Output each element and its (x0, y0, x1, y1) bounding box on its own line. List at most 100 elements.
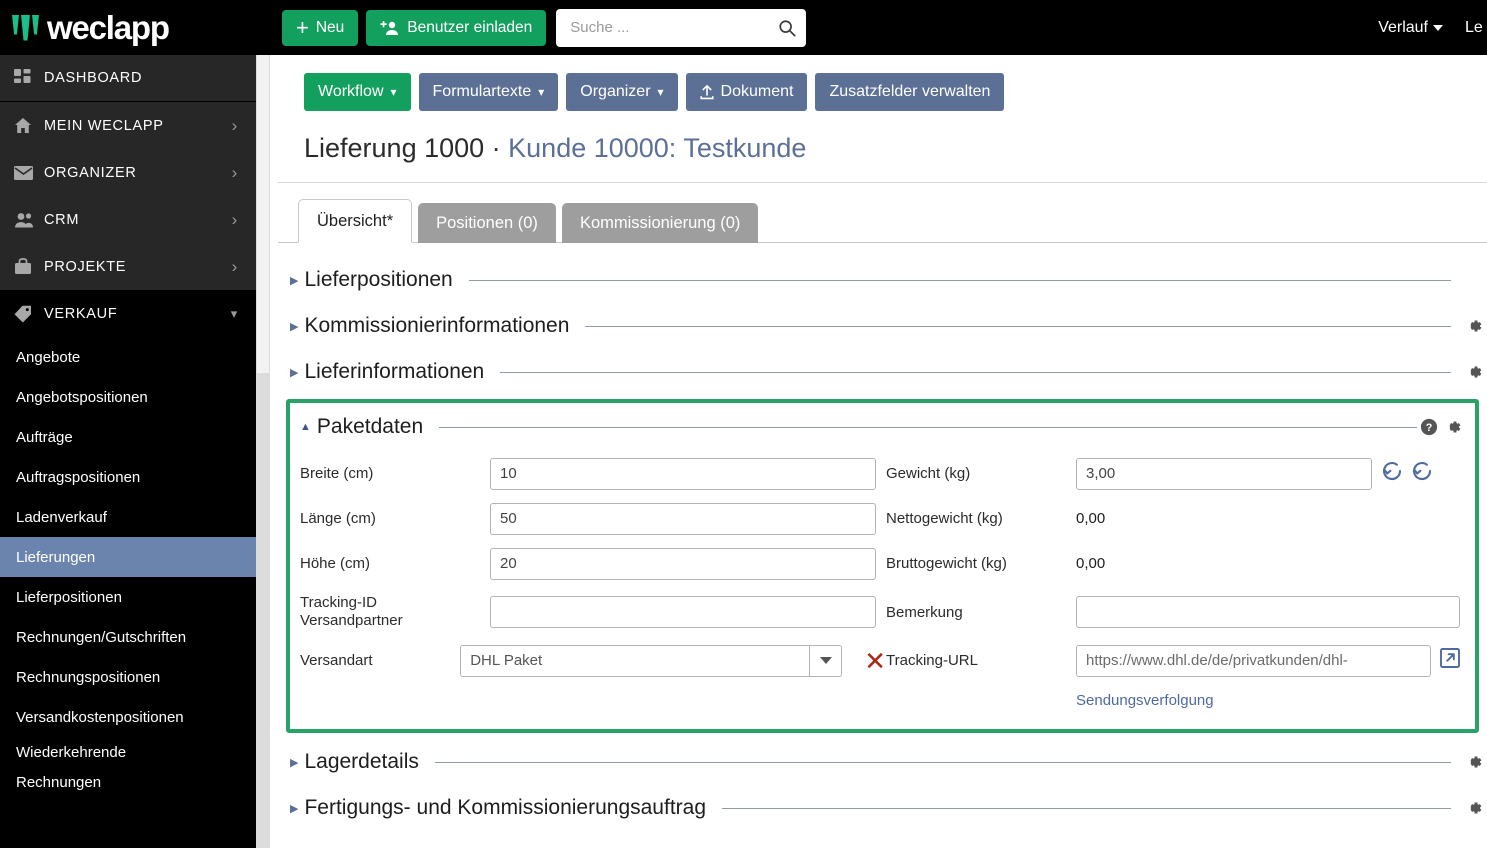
app-logo[interactable]: weclapp (0, 0, 270, 55)
sidebar-subitem-wiederkehrende[interactable]: Wiederkehrende (0, 737, 270, 767)
section-lieferinformationen[interactable]: ▶ Lieferinformationen (290, 349, 1487, 395)
section-lagerdetails[interactable]: ▶ Lagerdetails (290, 739, 1487, 785)
sidebar-subitem-auftraege[interactable]: Aufträge (0, 417, 270, 457)
page-title-separator: · (484, 133, 509, 163)
versandart-value[interactable]: DHL Paket (460, 644, 811, 677)
refresh-icon[interactable] (1410, 459, 1434, 488)
logout-menu[interactable]: Le (1465, 19, 1487, 37)
versandart-select[interactable]: DHL Paket (460, 644, 843, 677)
sidebar-subitem-angebote[interactable]: Angebote (0, 337, 270, 377)
organizer-button[interactable]: Organizer ▾ (566, 73, 678, 111)
sections-bottom: ▶ Lagerdetails ▶ Fertigungs- und Kommiss… (278, 739, 1487, 831)
zusatzfelder-button[interactable]: Zusatzfelder verwalten (815, 73, 1005, 111)
tab-kommissionierung[interactable]: Kommissionierung (0) (561, 203, 759, 243)
field-label: Versandart (300, 652, 373, 669)
gear-icon[interactable] (1461, 753, 1487, 771)
chevron-down-icon: ▾ (657, 85, 664, 99)
close-x-icon[interactable]: ✕ (864, 648, 886, 674)
section-label: Lagerdetails (304, 750, 419, 773)
field-hoehe: Höhe (cm) (300, 541, 886, 586)
gear-icon[interactable] (1461, 799, 1487, 817)
field-label: Breite (cm) (300, 465, 374, 482)
invite-user-button[interactable]: Benutzer einladen (366, 9, 547, 46)
search-input[interactable] (568, 18, 779, 37)
chevron-right-icon: › (231, 257, 238, 276)
sidebar-item-mein-weclapp[interactable]: MEIN WECLAPP › (0, 102, 270, 149)
tracking-url-input[interactable] (1076, 644, 1431, 677)
sidebar-subitem-lieferungen[interactable]: Lieferungen (0, 537, 270, 577)
sidebar-subitem-rechnungen-gutschriften[interactable]: Rechnungen/Gutschriften (0, 617, 270, 657)
field-nettogewicht: Nettogewicht (kg) 0,00 (886, 496, 1465, 541)
section-lieferpositionen[interactable]: ▶ Lieferpositionen (290, 257, 1487, 303)
section-label: Lieferpositionen (304, 268, 453, 291)
section-kommissionierinformationen[interactable]: ▶ Kommissionierinformationen (290, 303, 1487, 349)
gear-icon[interactable] (1461, 317, 1487, 335)
chevron-right-icon: ▶ (290, 366, 299, 379)
sidebar-item-crm[interactable]: CRM › (0, 196, 270, 243)
workflow-label: Workflow (318, 83, 384, 100)
chevron-down-icon (819, 657, 832, 664)
dokument-button[interactable]: Dokument (685, 73, 808, 111)
sidebar-subitem-label: Lieferungen (16, 548, 96, 566)
sidebar-item-label: DASHBOARD (44, 70, 143, 86)
hoehe-input[interactable] (490, 547, 876, 580)
sidebar-subitem-ladenverkauf[interactable]: Ladenverkauf (0, 497, 270, 537)
field-tracking-id: Tracking-ID Versandpartner (300, 586, 886, 638)
workflow-button[interactable]: Workflow ▾ (304, 73, 411, 111)
sidebar-subitem-rechnungen[interactable]: Rechnungen (0, 767, 270, 797)
new-button-label: Neu (315, 18, 345, 36)
sidebar-item-label: CRM (44, 211, 80, 228)
field-label: Nettogewicht (kg) (886, 510, 1003, 527)
formulartexte-button[interactable]: Formulartexte ▾ (418, 73, 559, 111)
help-circle-icon[interactable]: ? (1417, 415, 1441, 439)
external-link-icon[interactable] (1439, 647, 1461, 674)
page-title: Lieferung 1000 · Kunde 10000: Testkunde (304, 133, 1487, 164)
page-title-customer-link[interactable]: Kunde 10000: Testkunde (508, 133, 806, 163)
search-icon[interactable] (778, 19, 796, 37)
sidebar-item-organizer[interactable]: ORGANIZER › (0, 149, 270, 196)
history-menu[interactable]: Verlauf (1378, 19, 1443, 37)
sendungsverfolgung-link[interactable]: Sendungsverfolgung (1076, 692, 1214, 709)
gewicht-input[interactable] (1076, 457, 1372, 490)
gear-icon[interactable] (1461, 363, 1487, 381)
field-laenge: Länge (cm) (300, 496, 886, 541)
sidebar-scrollbar-thumb[interactable] (257, 55, 269, 373)
bemerkung-input[interactable] (1076, 596, 1460, 628)
sidebar-subitem-angebotspositionen[interactable]: Angebotspositionen (0, 377, 270, 417)
section-label: Lieferinformationen (304, 360, 485, 383)
chevron-right-icon: ▶ (290, 320, 299, 333)
tab-positionen[interactable]: Positionen (0) (418, 203, 556, 243)
tab-uebersicht[interactable]: Übersicht* (298, 199, 413, 243)
chevron-right-icon: ▶ (290, 756, 299, 769)
sidebar-subitem-versandkostenpositionen[interactable]: Versandkostenpositionen (0, 697, 270, 737)
field-label: Gewicht (kg) (886, 465, 971, 482)
page-title-main: Lieferung 1000 (304, 133, 485, 163)
sidebar-subitem-rechnungspositionen[interactable]: Rechnungspositionen (0, 657, 270, 697)
search-box[interactable] (556, 8, 807, 47)
versandart-dropdown-button[interactable] (810, 644, 843, 677)
section-rule (434, 761, 1451, 763)
sidebar-subitem-label: Rechnungspositionen (16, 668, 161, 686)
refresh-icon[interactable] (1380, 459, 1404, 488)
breite-input[interactable] (490, 457, 876, 490)
laenge-input[interactable] (490, 502, 876, 535)
section-fertigungsauftrag[interactable]: ▶ Fertigungs- und Kommissionierungsauftr… (290, 785, 1487, 831)
tracking-id-input[interactable] (490, 596, 876, 628)
field-gewicht: Gewicht (kg) (886, 451, 1465, 496)
sidebar-item-projekte[interactable]: PROJEKTE › (0, 243, 270, 290)
gear-icon[interactable] (1441, 415, 1465, 439)
sidebar-item-dashboard[interactable]: DASHBOARD (0, 55, 270, 102)
sidebar-scrollbar[interactable] (256, 55, 270, 848)
sidebar-item-label: VERKAUF (44, 305, 118, 322)
sidebar-subitem-lieferpositionen[interactable]: Lieferpositionen (0, 577, 270, 617)
svg-text:?: ? (1426, 422, 1433, 434)
paketdaten-header[interactable]: ▲ Paketdaten ? (300, 407, 1465, 447)
field-tracking-url: Tracking-URL (886, 638, 1465, 683)
chevron-right-icon: › (231, 116, 238, 135)
new-button[interactable]: + Neu (282, 9, 359, 46)
sidebar-subitem-label: Versandkostenpositionen (16, 708, 184, 726)
top-bar-right: Verlauf Le (1378, 19, 1487, 37)
chevron-down-icon: ▾ (390, 85, 397, 99)
sidebar-subitem-auftragspositionen[interactable]: Auftragspositionen (0, 457, 270, 497)
sidebar-item-verkauf[interactable]: VERKAUF ▾ (0, 290, 270, 337)
